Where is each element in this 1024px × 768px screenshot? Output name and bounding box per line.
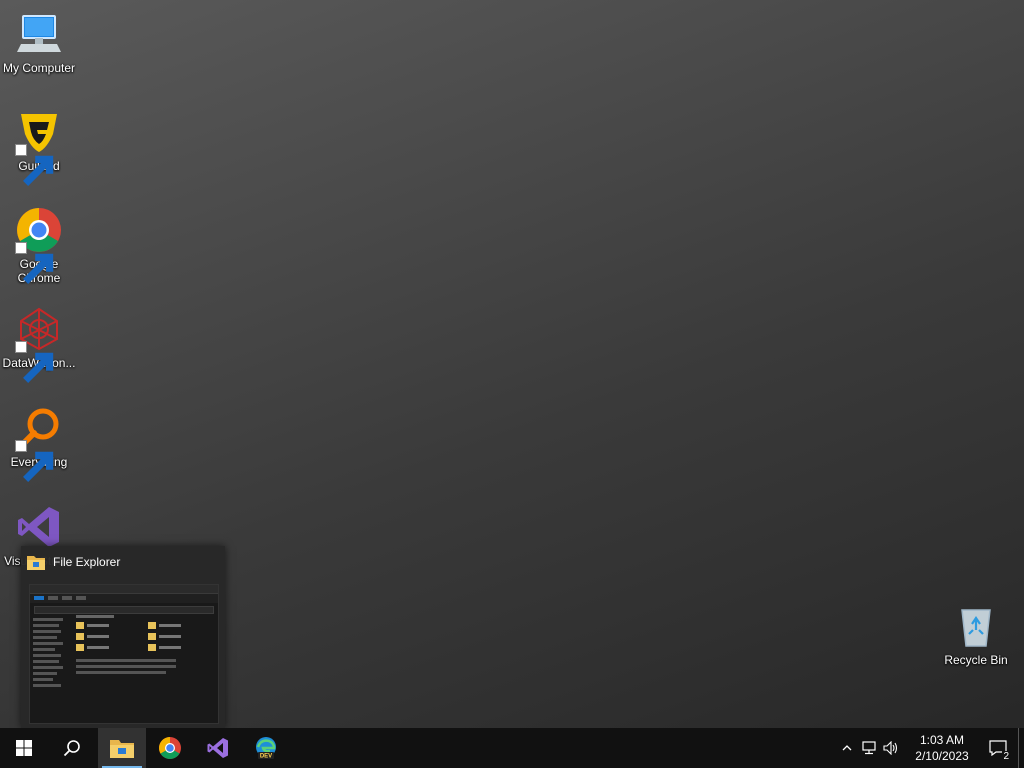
visual-studio-icon — [15, 503, 63, 551]
thumbnail-content — [76, 613, 214, 677]
shortcut-arrow-icon — [15, 440, 54, 482]
clock-date: 2/10/2023 — [915, 749, 969, 763]
desktop-icon-label: My Computer — [2, 61, 76, 75]
system-tray: 1:03 AM 2/10/2023 2 — [836, 728, 1024, 768]
shortcut-arrow-icon — [15, 242, 54, 284]
chevron-up-icon — [842, 745, 852, 751]
show-desktop-button[interactable] — [1018, 728, 1024, 768]
chrome-icon — [15, 206, 63, 284]
computer-icon — [15, 10, 63, 58]
taskbar: DEV 1:03 AM 2/10/2023 2 — [0, 728, 1024, 768]
svg-text:DEV: DEV — [260, 754, 272, 760]
search-icon — [63, 740, 80, 757]
desktop-icon-my-computer[interactable]: My Computer — [0, 10, 78, 75]
visual-studio-icon — [207, 738, 228, 758]
shortcut-arrow-icon — [15, 144, 54, 186]
volume-button[interactable] — [880, 728, 902, 768]
network-icon — [862, 741, 876, 755]
chrome-icon — [159, 737, 181, 759]
start-button[interactable] — [0, 728, 48, 768]
taskbar-edge-dev[interactable]: DEV — [242, 728, 290, 768]
volume-icon — [883, 741, 898, 755]
desktop-icon-label: Recycle Bin — [944, 653, 1008, 667]
desktop-icon-google-chrome[interactable]: Google Chrome — [0, 206, 78, 285]
thumbnail-nav-pane — [33, 615, 69, 690]
folder-icon — [27, 556, 45, 570]
action-center-button[interactable]: 2 — [978, 728, 1018, 768]
desktop-icon-guilded[interactable]: Guilded — [0, 108, 78, 186]
desktop-icon-everything[interactable]: Everything — [0, 404, 78, 482]
preview-title-text: File Explorer — [53, 555, 121, 569]
taskbar-visual-studio[interactable] — [194, 728, 242, 768]
desktop-icon-recycle-bin[interactable]: Recycle Bin — [937, 602, 1015, 667]
thumbnail-section-frequent — [76, 615, 114, 618]
edge-dev-icon: DEV — [256, 737, 276, 760]
taskbar-chrome[interactable] — [146, 728, 194, 768]
folder-icon — [110, 740, 134, 758]
desktop-icon-datawagon[interactable]: DataWagon... — [0, 305, 78, 383]
taskbar-file-explorer[interactable] — [98, 728, 146, 768]
guilded-icon — [15, 108, 63, 186]
datawagon-icon — [15, 305, 63, 383]
notification-count: 2 — [1002, 751, 1010, 762]
preview-title: File Explorer — [27, 552, 120, 572]
everything-icon — [15, 404, 63, 482]
taskbar-clock[interactable]: 1:03 AM 2/10/2023 — [906, 732, 978, 764]
desktop: My Computer Guilded Google Chrome DataWa… — [0, 0, 1024, 728]
thumbnail-section-recent — [76, 659, 214, 674]
clock-time: 1:03 AM — [919, 733, 965, 747]
preview-thumbnail[interactable] — [29, 584, 219, 724]
recycle-bin-icon — [952, 602, 1000, 650]
search-button[interactable] — [48, 728, 96, 768]
windows-logo-icon — [16, 740, 32, 756]
network-button[interactable] — [858, 728, 880, 768]
show-hidden-icons-button[interactable] — [836, 728, 858, 768]
shortcut-arrow-icon — [15, 341, 54, 383]
file-explorer-taskbar-preview[interactable]: File Explorer — [21, 546, 225, 728]
